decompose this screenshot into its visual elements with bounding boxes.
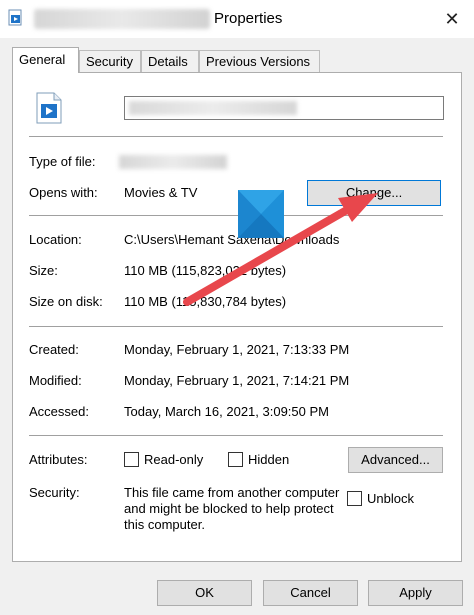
tab-details[interactable]: Details [141, 50, 199, 72]
checkbox-box[interactable] [228, 452, 243, 467]
close-icon: ✕ [444, 8, 460, 29]
divider [29, 136, 443, 137]
created-label: Created: [29, 342, 79, 357]
readonly-checkbox[interactable]: Read-only [124, 452, 203, 467]
created-value: Monday, February 1, 2021, 7:13:33 PM [124, 342, 350, 357]
ok-button[interactable]: OK [157, 580, 252, 606]
checkbox-box[interactable] [124, 452, 139, 467]
divider [29, 215, 443, 216]
size-on-disk-value: 110 MB (115,830,784 bytes) [124, 294, 287, 309]
window-title: Properties [214, 10, 283, 27]
filename-field[interactable] [124, 96, 444, 120]
divider [29, 435, 443, 436]
opens-with-value: Movies & TV [124, 185, 198, 200]
modified-value: Monday, February 1, 2021, 7:14:21 PM [124, 373, 350, 388]
checkbox-box[interactable] [347, 491, 362, 506]
readonly-label: Read-only [144, 452, 204, 467]
size-label: Size: [29, 263, 58, 278]
security-label: Security: [29, 485, 80, 500]
video-file-icon [8, 9, 22, 26]
tab-previous-versions[interactable]: Previous Versions [199, 50, 320, 72]
close-button[interactable]: ✕ [430, 0, 474, 38]
video-file-icon [36, 92, 62, 124]
accessed-value: Today, March 16, 2021, 3:09:50 PM [124, 404, 329, 419]
blurred-file-type [119, 155, 227, 169]
tab-security[interactable]: Security [79, 50, 141, 72]
blurred-filename [129, 101, 297, 115]
location-label: Location: [29, 232, 82, 247]
hidden-label: Hidden [248, 452, 290, 467]
location-value: C:\Users\Hemant Saxena\Downloads [124, 232, 340, 247]
modified-label: Modified: [29, 373, 82, 388]
size-on-disk-label: Size on disk: [29, 294, 103, 309]
cancel-button[interactable]: Cancel [263, 580, 358, 606]
accessed-label: Accessed: [29, 404, 89, 419]
opens-with-label: Opens with: [29, 185, 98, 200]
type-of-file-label: Type of file: [29, 154, 96, 169]
apply-button[interactable]: Apply [368, 580, 463, 606]
title-bar: Properties ✕ [0, 0, 474, 38]
blurred-filename [34, 9, 210, 29]
size-value: 110 MB (115,823,022 bytes) [124, 263, 287, 278]
change-button[interactable]: Change... [307, 180, 441, 206]
unblock-checkbox[interactable]: Unblock [347, 491, 414, 506]
attributes-label: Attributes: [29, 452, 88, 467]
security-message: This file came from another computer and… [124, 485, 340, 532]
hidden-checkbox[interactable]: Hidden [228, 452, 289, 467]
divider [29, 326, 443, 327]
advanced-button[interactable]: Advanced... [348, 447, 443, 473]
general-panel: Type of file: Opens with: Movies & TV Ch… [12, 72, 462, 562]
unblock-label: Unblock [367, 491, 414, 506]
tab-general[interactable]: General [12, 47, 79, 73]
